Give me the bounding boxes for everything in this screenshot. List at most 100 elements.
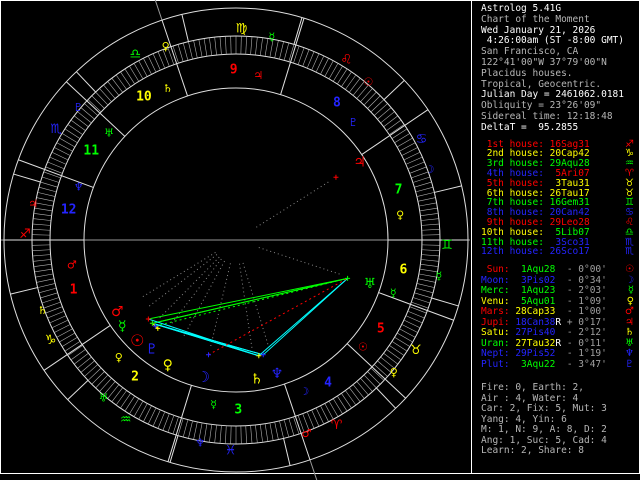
- degree-tick: [36, 278, 54, 283]
- house-ruler-6: ☿: [390, 286, 397, 299]
- degree-tick: [152, 53, 161, 70]
- house-ruler-8: ♇: [348, 116, 358, 129]
- planet-position: 29Pis52: [509, 348, 556, 360]
- degree-tick: [360, 88, 373, 102]
- house-number-11: 11: [83, 143, 99, 158]
- degree-tick: [99, 378, 112, 392]
- house-cusp-value: 26Sco17: [549, 246, 590, 258]
- degree-tick: [77, 357, 92, 369]
- pointer-line-saturn: [239, 263, 253, 349]
- degree-tick: [260, 38, 263, 56]
- house-number-10: 10: [136, 90, 152, 105]
- sign-glyph-sagittarius: ♐: [19, 227, 31, 242]
- house-row: 12th house: 26Sco17 ♏: [481, 247, 634, 257]
- degree-tick: [32, 249, 50, 251]
- sign-ruler-sagittarius: ♃: [28, 198, 38, 211]
- degree-tick: [311, 410, 320, 427]
- degree-tick: [250, 37, 253, 55]
- header-line-11: DeltaT = 95.2855: [481, 121, 579, 133]
- house-number-2: 2: [131, 369, 139, 384]
- degree-tick: [35, 202, 53, 207]
- degree-tick: [380, 111, 395, 123]
- planet-label: Venu:: [481, 295, 510, 307]
- degree-tick: [49, 315, 66, 324]
- planet-glyph-mars: ♂: [111, 304, 124, 320]
- planet-glyph-sun: ☉: [130, 331, 144, 350]
- degree-tick: [421, 259, 439, 262]
- degree-tick: [274, 40, 279, 58]
- degree-tick: [264, 38, 269, 56]
- planet-position: 18Can38: [509, 316, 556, 328]
- degree-tick: [349, 78, 361, 93]
- degree-tick: [36, 197, 54, 202]
- house-ruler-1: ♂: [67, 258, 77, 271]
- house-number-8: 8: [333, 96, 341, 111]
- degree-tick: [269, 423, 274, 441]
- pointer-line-sun: [158, 256, 220, 319]
- planet-glyph: ♇: [625, 358, 634, 370]
- degree-tick: [74, 115, 89, 127]
- degree-tick: [422, 249, 440, 251]
- house-ruler-12: ♆: [74, 181, 84, 194]
- degree-tick: [157, 412, 165, 429]
- degree-tick: [162, 414, 170, 431]
- house-number-3: 3: [234, 402, 242, 417]
- pointer-line-mars: [141, 252, 216, 298]
- degree-tick: [419, 202, 437, 207]
- degree-tick: [404, 320, 420, 328]
- degree-tick: [414, 292, 432, 299]
- degree-tick: [345, 390, 356, 405]
- degree-tick: [91, 371, 105, 385]
- house-number-12: 12: [61, 203, 77, 218]
- degree-tick: [302, 49, 310, 66]
- degree-tick: [33, 218, 51, 221]
- degree-tick: [214, 425, 217, 443]
- sign-glyph-gemini: ♊: [441, 238, 453, 253]
- degree-tick: [383, 353, 398, 365]
- degree-tick: [188, 421, 193, 438]
- degree-tick: [404, 152, 420, 160]
- mc-axis-extension: [154, 0, 163, 21]
- house-ruler-5: ☉: [358, 340, 368, 353]
- house-ruler-2: ♀: [115, 351, 123, 364]
- degree-tick: [39, 187, 56, 193]
- degree-tick: [421, 223, 439, 226]
- sign-glyph-aries: ♈: [331, 418, 343, 433]
- sign-boundary: [431, 297, 459, 307]
- degree-tick: [297, 48, 305, 65]
- degree-tick: [420, 213, 438, 216]
- degree-tick: [52, 152, 68, 160]
- degree-tick: [417, 192, 434, 197]
- degree-tick: [341, 72, 352, 87]
- pointer-line-neptune: [242, 262, 269, 346]
- planet-latitude: - 3°47': [561, 358, 607, 370]
- planet-glyph-mercury: ☿: [118, 319, 127, 335]
- degree-tick: [406, 315, 423, 324]
- planet-label: Jupi:: [481, 316, 510, 328]
- sign-glyph-leo: ♌: [340, 53, 352, 68]
- degree-tick: [120, 393, 131, 408]
- pointer-line-jupiter: [256, 181, 330, 228]
- degree-tick: [193, 40, 198, 58]
- sign-glyph-capricorn: ♑: [45, 333, 57, 348]
- planet-glyph-venus: ♀: [163, 358, 173, 374]
- degree-tick: [91, 95, 105, 109]
- degree-tick: [371, 99, 384, 112]
- degree-tick: [406, 156, 423, 165]
- degree-tick: [356, 381, 369, 395]
- degree-tick: [420, 207, 438, 212]
- degree-tick: [120, 72, 131, 87]
- degree-tick: [418, 197, 436, 202]
- degree-tick: [42, 176, 59, 183]
- degree-tick: [45, 166, 62, 174]
- sign-ruler-aquarius: ♅: [99, 391, 109, 404]
- aspect-pluto-uranus: [155, 277, 348, 327]
- aspect-moon-uranus: [208, 277, 348, 356]
- degree-tick: [188, 42, 193, 59]
- degree-tick: [71, 120, 86, 131]
- house-cusp-9: [280, 18, 305, 95]
- house-ruler-7: ♀: [396, 209, 404, 222]
- degree-tick: [377, 107, 391, 120]
- sign-boundary: [10, 287, 38, 295]
- planet-position: 5Aqu01: [509, 295, 556, 307]
